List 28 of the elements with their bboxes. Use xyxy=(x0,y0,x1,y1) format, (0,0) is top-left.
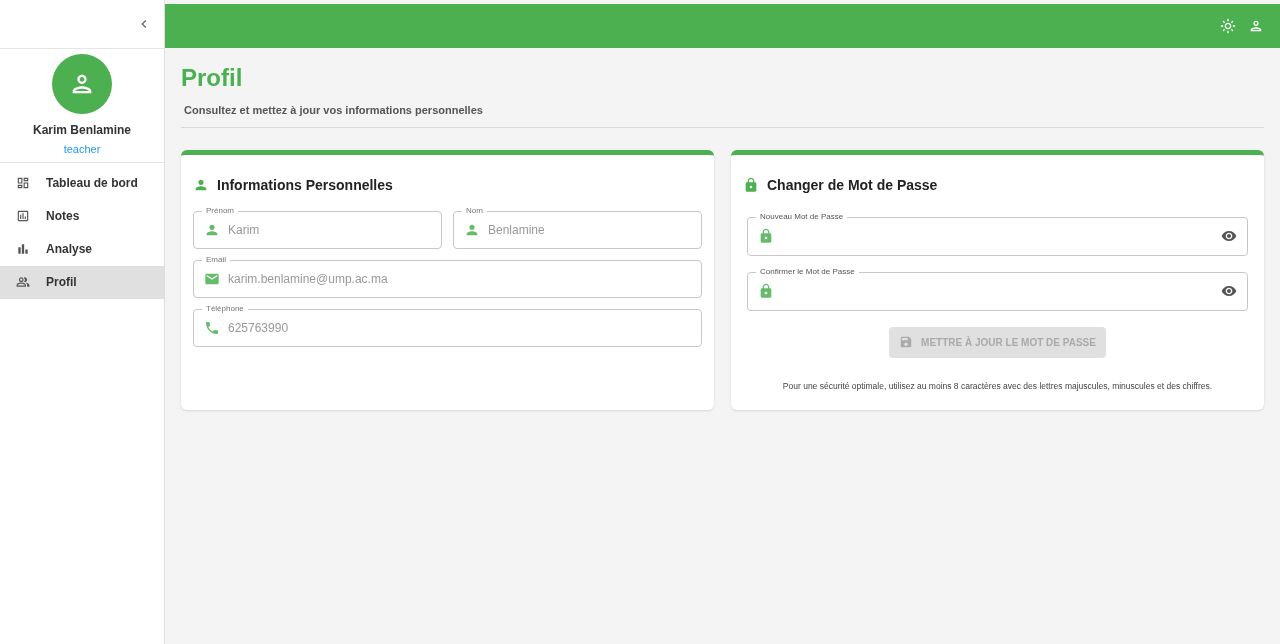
sun-icon[interactable] xyxy=(1220,18,1236,34)
page-title: Profil xyxy=(181,64,244,92)
field-value: Karim xyxy=(228,221,260,239)
lock-icon xyxy=(758,228,774,244)
nav-item[interactable]: Tableau de bord xyxy=(0,166,164,200)
lock-icon xyxy=(758,283,774,299)
lock-icon xyxy=(743,177,759,193)
card-title: Changer de Mot de Passe xyxy=(767,175,938,195)
eye-icon[interactable] xyxy=(1221,228,1237,244)
password-hint: Pour une sécurité optimale, utilisez au moins 8 caractères avec des lettres majuscules, minuscules et des chiffres. xyxy=(781,379,1214,393)
field-value: Benlamine xyxy=(488,221,545,239)
card-title: Informations Personnelles xyxy=(217,175,393,195)
chart-icon xyxy=(16,209,30,223)
eye-icon[interactable] xyxy=(1221,283,1237,299)
people-icon xyxy=(16,275,30,289)
nav-item[interactable]: Notes xyxy=(0,199,164,233)
bar-chart-icon xyxy=(16,242,30,256)
user-name: Karim Benlamine xyxy=(32,122,131,139)
field-value: karim.benlamine@ump.ac.ma xyxy=(228,270,388,288)
phone-icon xyxy=(204,319,220,336)
person-icon[interactable] xyxy=(1248,18,1264,34)
field-value: 625763990 xyxy=(228,319,289,337)
nav-item[interactable]: Analyse xyxy=(0,232,164,266)
user-role: teacher xyxy=(63,142,101,157)
person-icon xyxy=(193,177,209,193)
dashboard-icon xyxy=(16,176,30,190)
nav-item[interactable]: Profil xyxy=(0,265,164,299)
page-subtitle: Consultez et mettez à jour vos informations personnelles xyxy=(184,103,484,118)
